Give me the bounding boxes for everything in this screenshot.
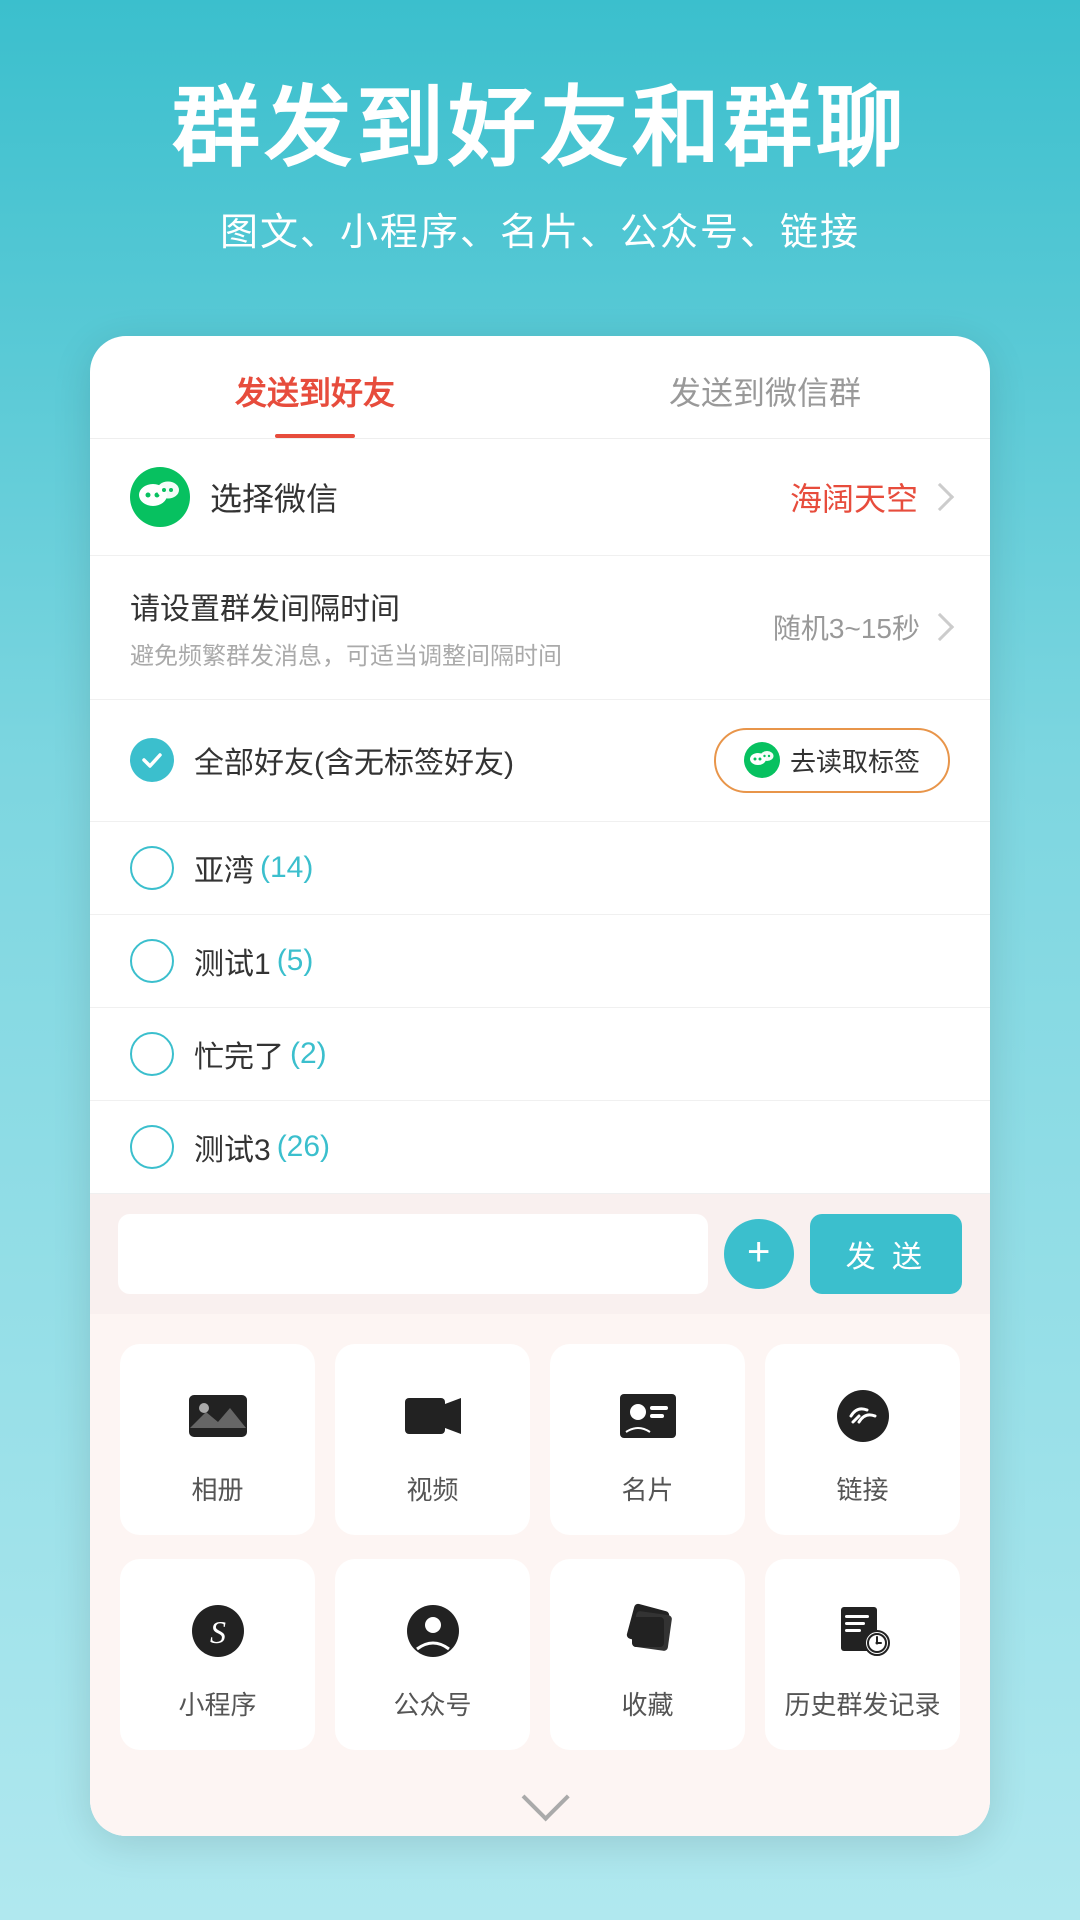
- link-icon: [827, 1380, 899, 1452]
- album-icon: [182, 1380, 254, 1452]
- tag-item-2[interactable]: 忙完了 (2): [90, 1008, 990, 1101]
- tag-btn-text: 去读取标签: [790, 742, 920, 779]
- message-input[interactable]: [118, 1214, 708, 1294]
- wechat-icon: [130, 467, 190, 527]
- grid-item-video[interactable]: 视频: [335, 1344, 530, 1535]
- friends-row[interactable]: 全部好友(含无标签好友) 去读取标签: [90, 700, 990, 822]
- grid-item-official[interactable]: 公众号: [335, 1559, 530, 1750]
- tag-item-3[interactable]: 测试3 (26): [90, 1101, 990, 1194]
- tab-friends[interactable]: 发送到好友: [90, 336, 540, 438]
- chevron-down-icon[interactable]: [515, 1790, 565, 1816]
- interval-text: 请设置群发间隔时间 避免频繁群发消息，可适当调整间隔时间: [130, 584, 773, 671]
- radio-1: [130, 939, 174, 983]
- plus-button[interactable]: +: [724, 1219, 794, 1289]
- tag-count-0: (14): [260, 851, 313, 885]
- tag-name-2: 忙完了: [194, 1032, 284, 1076]
- tag-name-0: 亚湾: [194, 846, 254, 890]
- radio-0: [130, 846, 174, 890]
- radio-3: [130, 1125, 174, 1169]
- action-grid: 相册 视频: [90, 1314, 990, 1836]
- tag-name-1: 测试1: [194, 939, 271, 983]
- tag-list: 亚湾 (14) 测试1 (5) 忙完了 (2) 测试3 (26): [90, 822, 990, 1194]
- grid-item-link[interactable]: 链接: [765, 1344, 960, 1535]
- video-label: 视频: [406, 1470, 458, 1507]
- chevron-right-icon: [926, 483, 954, 511]
- collect-icon: [612, 1595, 684, 1667]
- history-icon: [827, 1595, 899, 1667]
- grid-item-miniapp[interactable]: S 小程序: [120, 1559, 315, 1750]
- interval-row[interactable]: 请设置群发间隔时间 避免频繁群发消息，可适当调整间隔时间 随机3~15秒: [90, 556, 990, 700]
- input-area: + 发 送: [90, 1194, 990, 1314]
- history-label: 历史群发记录: [784, 1685, 940, 1722]
- grid-item-card[interactable]: 名片: [550, 1344, 745, 1535]
- collect-label: 收藏: [621, 1685, 673, 1722]
- tag-button[interactable]: 去读取标签: [714, 728, 950, 793]
- check-circle: [130, 738, 174, 782]
- miniapp-icon: S: [182, 1595, 254, 1667]
- wechat-row[interactable]: 选择微信 海阔天空: [90, 439, 990, 556]
- interval-value: 随机3~15秒: [773, 607, 950, 647]
- tab-groups[interactable]: 发送到微信群: [540, 336, 990, 438]
- album-label: 相册: [191, 1470, 243, 1507]
- interval-hint: 避免频繁群发消息，可适当调整间隔时间: [130, 636, 773, 671]
- header-area: 群发到好友和群聊 图文、小程序、名片、公众号、链接: [0, 0, 1080, 316]
- wechat-value: 海阔天空: [790, 474, 918, 520]
- tag-count-2: (2): [290, 1037, 327, 1071]
- tag-item-0[interactable]: 亚湾 (14): [90, 822, 990, 915]
- main-card: 发送到好友 发送到微信群 选择微信 海阔天空 请设置群发间隔时间 避免频繁群发消…: [90, 336, 990, 1836]
- grid-item-collect[interactable]: 收藏: [550, 1559, 745, 1750]
- subtitle: 图文、小程序、名片、公众号、链接: [60, 201, 1020, 256]
- link-label: 链接: [836, 1470, 888, 1507]
- tag-item-1[interactable]: 测试1 (5): [90, 915, 990, 1008]
- radio-2: [130, 1032, 174, 1076]
- official-label: 公众号: [393, 1685, 471, 1722]
- grid-item-album[interactable]: 相册: [120, 1344, 315, 1535]
- card-icon: [612, 1380, 684, 1452]
- svg-text:S: S: [210, 1614, 226, 1650]
- tag-name-3: 测试3: [194, 1125, 271, 1169]
- miniapp-label: 小程序: [178, 1685, 256, 1722]
- tabs: 发送到好友 发送到微信群: [90, 336, 990, 439]
- tag-wechat-icon: [744, 742, 780, 778]
- main-title: 群发到好友和群聊: [60, 80, 1020, 177]
- send-button[interactable]: 发 送: [810, 1214, 962, 1294]
- tag-count-1: (5): [277, 944, 314, 978]
- grid-item-history[interactable]: 历史群发记录: [765, 1559, 960, 1750]
- friends-label: 全部好友(含无标签好友): [194, 738, 714, 782]
- grid-row-2: S 小程序 公众号: [120, 1559, 960, 1750]
- card-label: 名片: [621, 1470, 673, 1507]
- interval-chevron-icon: [926, 613, 954, 641]
- grid-row-1: 相册 视频: [120, 1344, 960, 1535]
- chevron-down-bar: [120, 1774, 960, 1836]
- tag-count-3: (26): [277, 1130, 330, 1164]
- official-icon: [397, 1595, 469, 1667]
- interval-title: 请设置群发间隔时间: [130, 584, 773, 628]
- video-icon: [397, 1380, 469, 1452]
- wechat-label: 选择微信: [210, 474, 790, 520]
